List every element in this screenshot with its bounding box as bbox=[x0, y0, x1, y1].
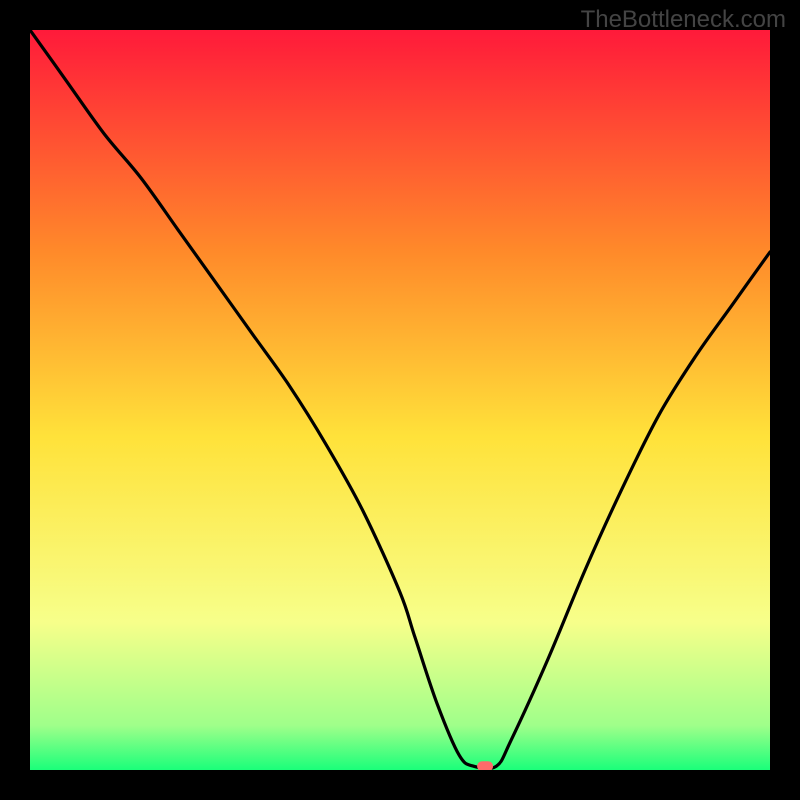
chart-svg bbox=[30, 30, 770, 770]
chart-container: TheBottleneck.com bbox=[0, 0, 800, 800]
gradient-background bbox=[30, 30, 770, 770]
watermark-text: TheBottleneck.com bbox=[581, 6, 786, 34]
optimum-marker bbox=[477, 761, 493, 770]
plot-area bbox=[30, 30, 770, 770]
